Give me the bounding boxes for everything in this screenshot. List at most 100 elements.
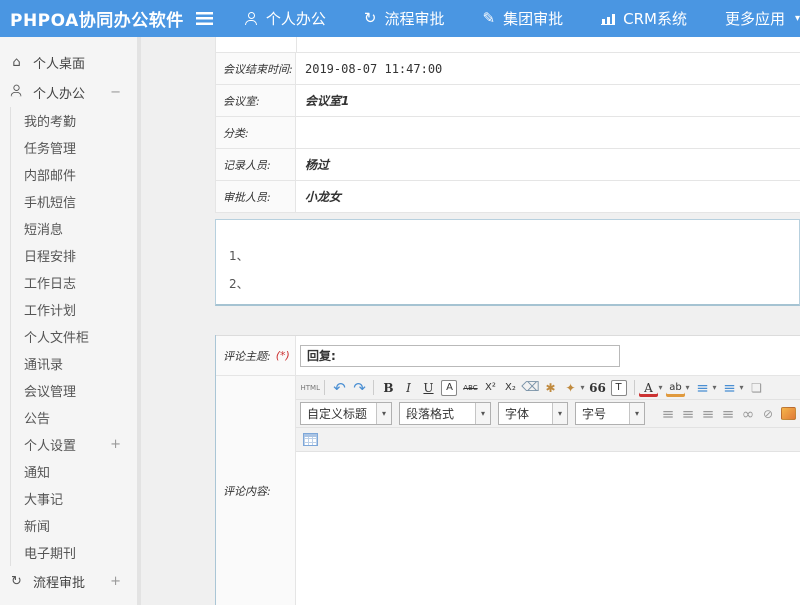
field-label-recorder: 记录人员: — [216, 149, 296, 180]
sidebar-item-label: 公告 — [24, 408, 50, 427]
sidebar-item-work-plan[interactable]: 工作计划 — [10, 296, 137, 323]
sidebar-item-e-journal[interactable]: 电子期刊 — [10, 539, 137, 566]
home-icon: ⌂ — [9, 55, 24, 70]
nav-more-apps[interactable]: 更多应用▾ — [725, 8, 800, 29]
superscript-button[interactable]: X² — [481, 378, 500, 397]
field-value-meeting-end-time: 2019-08-07 11:47:00 — [296, 53, 800, 84]
field-value-approver: 小龙女 — [296, 181, 800, 212]
paste-text-button[interactable]: T — [611, 380, 627, 396]
bold-button[interactable]: B — [379, 378, 398, 397]
sidebar-item-personal-desktop[interactable]: ⌂个人桌面 — [0, 47, 137, 77]
chevron-down-icon[interactable]: ▾ — [580, 383, 584, 392]
chevron-down-icon[interactable]: ▾ — [629, 403, 644, 424]
clear-format-button[interactable]: ✱ — [541, 378, 560, 397]
ordered-list-button[interactable]: ≡ — [693, 378, 712, 397]
required-mark: (*) — [276, 349, 290, 362]
new-page-button[interactable]: ❏ — [747, 378, 766, 397]
chart-icon — [601, 12, 615, 25]
sidebar-item-label: 内部邮件 — [24, 165, 76, 184]
editor-content-area[interactable] — [296, 452, 800, 605]
sidebar-item-internal-mail[interactable]: 内部邮件 — [10, 161, 137, 188]
unlink-button[interactable]: ⊘ — [759, 404, 778, 423]
sidebar-item-mobile-sms[interactable]: 手机短信 — [10, 188, 137, 215]
table-row-meeting-room: 会议室:会议室1 — [216, 85, 800, 117]
nav-group-approval[interactable]: ✎集团审批 — [483, 8, 564, 29]
sidebar-item-personal-office[interactable]: 个人办公− — [0, 77, 137, 107]
heading-select-value: 自定义标题 — [301, 405, 376, 422]
comment-subject-row: 评论主题:(*) — [216, 335, 800, 376]
chevron-down-icon[interactable]: ▾ — [552, 403, 567, 424]
blockquote-button[interactable]: 66 — [588, 378, 607, 397]
expand-icon[interactable]: + — [110, 574, 121, 589]
collapse-icon[interactable]: − — [110, 85, 121, 100]
align-center-button[interactable]: ≡ — [679, 404, 698, 423]
strikethrough-button[interactable]: ABC — [461, 378, 480, 397]
table-row-recorder: 记录人员:杨过 — [216, 149, 800, 181]
chevron-down-icon[interactable]: ▾ — [376, 403, 391, 424]
flow-icon: ↻ — [364, 11, 377, 26]
chevron-down-icon[interactable]: ▾ — [713, 383, 717, 392]
sidebar-item-major-events[interactable]: 大事记 — [10, 485, 137, 512]
italic-button[interactable]: I — [399, 378, 418, 397]
toolbar-separator — [324, 380, 325, 395]
sidebar-item-label: 日程安排 — [24, 246, 76, 265]
sidebar-item-label: 大事记 — [24, 489, 63, 508]
link-button[interactable]: ∞ — [739, 404, 758, 423]
comment-subject-input[interactable] — [300, 345, 620, 367]
align-right-button[interactable]: ≡ — [699, 404, 718, 423]
underline-button[interactable]: U — [419, 378, 438, 397]
chevron-down-icon[interactable]: ▾ — [686, 383, 690, 392]
redo-button[interactable]: ↷ — [350, 378, 369, 397]
nav-workflow-approval[interactable]: ↻流程审批 — [364, 8, 445, 29]
sidebar-item-announcement[interactable]: 公告 — [10, 404, 137, 431]
sidebar-item-meeting-management[interactable]: 会议管理 — [10, 377, 137, 404]
sidebar-item-news[interactable]: 新闻 — [10, 512, 137, 539]
unordered-list-button[interactable]: ≡ — [720, 378, 739, 397]
source-code-button[interactable]: HTML — [301, 378, 320, 397]
sidebar-item-schedule[interactable]: 日程安排 — [10, 242, 137, 269]
paragraph-select[interactable]: 段落格式▾ — [399, 402, 491, 425]
font-size-select[interactable]: 字号▾ — [575, 402, 645, 425]
image-button[interactable] — [779, 404, 798, 423]
sidebar-item-workflow-approval[interactable]: ↻流程审批+ — [0, 566, 137, 596]
nav-personal-office[interactable]: 个人办公 — [245, 8, 326, 29]
sidebar-item-label: 通知 — [24, 462, 50, 481]
chevron-down-icon[interactable]: ▾ — [475, 403, 490, 424]
chevron-down-icon[interactable]: ▾ — [659, 383, 663, 392]
highlight-button[interactable]: ab — [666, 378, 685, 397]
sidebar-item-label: 我的考勤 — [24, 111, 76, 130]
table-row-approver: 审批人员:小龙女 — [216, 181, 800, 213]
align-justify-button[interactable]: ≡ — [719, 404, 738, 423]
sidebar-item-notification[interactable]: 通知 — [10, 458, 137, 485]
table-row-partial — [216, 37, 800, 53]
comment-content-row: 评论内容: HTML↶↷BIUAABCX²X₂⌫✱✦▾66TA▾ab▾≡▾≡▾❏… — [216, 376, 800, 605]
sidebar-item-personal-settings[interactable]: 个人设置+ — [10, 431, 137, 458]
heading-select[interactable]: 自定义标题▾ — [300, 402, 392, 425]
sidebar-item-my-attendance[interactable]: 我的考勤 — [10, 107, 137, 134]
chevron-down-icon[interactable]: ▾ — [740, 383, 744, 392]
sidebar-item-work-diary[interactable]: 工作日志 — [10, 269, 137, 296]
undo-button[interactable]: ↶ — [330, 378, 349, 397]
font-family-select[interactable]: 字体▾ — [498, 402, 568, 425]
topbar: PHPOA协同办公软件 个人办公↻流程审批✎集团审批CRM系统更多应用▾ — [0, 0, 800, 37]
comment-subject-label: 评论主题:(*) — [216, 336, 296, 375]
field-label-meeting-room: 会议室: — [216, 85, 296, 116]
sidebar-item-short-message[interactable]: 短消息 — [10, 215, 137, 242]
menu-icon[interactable] — [196, 12, 213, 25]
table-button[interactable] — [301, 430, 320, 449]
nav-crm-system-label: CRM系统 — [623, 8, 687, 29]
subscript-button[interactable]: X₂ — [501, 378, 520, 397]
font-color-button[interactable]: A — [639, 378, 658, 397]
sidebar-item-personal-file-cabinet[interactable]: 个人文件柜 — [10, 323, 137, 350]
font-style-button[interactable]: A — [441, 380, 457, 396]
nav-crm-system[interactable]: CRM系统 — [601, 8, 687, 29]
sidebar-item-contacts[interactable]: 通讯录 — [10, 350, 137, 377]
sidebar-item-label: 短消息 — [24, 219, 63, 238]
align-left-button[interactable]: ≡ — [659, 404, 678, 423]
eraser-button[interactable]: ⌫ — [521, 378, 540, 397]
expand-icon[interactable]: + — [110, 437, 121, 452]
sidebar-item-task-management[interactable]: 任务管理 — [10, 134, 137, 161]
sidebar: ⌂个人桌面个人办公− 我的考勤任务管理内部邮件手机短信短消息日程安排工作日志工作计… — [0, 37, 141, 605]
auto-format-button[interactable]: ✦ — [561, 378, 580, 397]
rich-text-editor: HTML↶↷BIUAABCX²X₂⌫✱✦▾66TA▾ab▾≡▾≡▾❏ 自定义标题… — [296, 376, 800, 605]
